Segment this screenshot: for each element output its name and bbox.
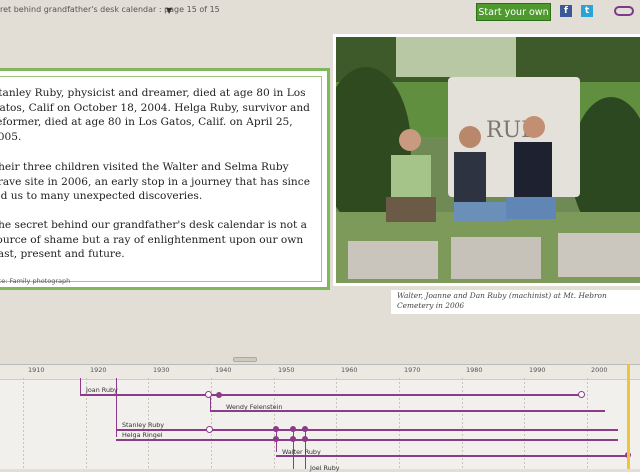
photo-frame: RUB [333,34,640,286]
timeline-drag-handle[interactable] [233,357,257,362]
current-year-marker [627,364,630,469]
lifeline-stanley-ruby[interactable] [116,429,618,431]
story-card-inner: Stanley Ruby, physicist and dreamer, die… [0,76,322,285]
life-event-marker[interactable] [273,436,279,442]
year-label: 1920 [90,366,107,374]
person-name-stanley-ruby[interactable]: Stanley Ruby [122,421,164,429]
photo-source: urce: Family photograph [0,277,71,285]
year-label: 1940 [215,366,232,374]
life-event-marker[interactable] [206,426,213,433]
lifeline-wendy-felenstein[interactable] [210,410,605,412]
year-label: 1950 [278,366,295,374]
year-label: 1980 [466,366,483,374]
search-icon[interactable] [614,6,634,16]
top-bar: ret behind grandfather's desk calendar :… [0,0,640,24]
twitter-icon[interactable]: t [581,5,593,17]
lifeline-walter-ruby[interactable] [276,455,628,457]
start-your-own-button[interactable]: Start your own [476,3,551,21]
life-event-marker[interactable] [302,436,308,442]
lifeline-joan-ruby[interactable] [80,394,582,396]
grid-line [274,378,275,469]
breadcrumb[interactable]: ret behind grandfather's desk calendar :… [0,5,220,14]
year-label: 1970 [404,366,421,374]
life-event-marker[interactable] [273,426,279,432]
chevron-down-icon[interactable]: ▼ [166,6,172,15]
life-event-marker[interactable] [290,426,296,432]
life-event-marker[interactable] [205,391,212,398]
grid-line [23,378,24,469]
story-paragraph-2: Their three children visited the Walter … [0,161,310,202]
story-card: Stanley Ruby, physicist and dreamer, die… [0,68,330,290]
year-label: 1960 [341,366,358,374]
person-name-joel-ruby[interactable]: Joel Ruby [310,464,340,472]
life-event-marker[interactable] [290,436,296,442]
year-label: 2000 [591,366,608,374]
life-event-marker[interactable] [216,392,222,398]
year-label: 1990 [529,366,546,374]
family-connector [80,378,81,395]
photo-illustration: RUB [336,37,640,283]
year-label: 1910 [28,366,45,374]
story-paragraph-3: The secret behind our grandfather's desk… [0,219,307,260]
person-name-joan-ruby[interactable]: Joan Ruby [86,386,118,394]
life-event-marker[interactable] [578,391,585,398]
story-paragraph-1: Stanley Ruby, physicist and dreamer, die… [0,87,310,143]
lifeline-helga-ringel[interactable] [116,439,618,441]
family-photo[interactable]: RUB [336,37,640,283]
photo-caption: Walter, Joanne and Dan Ruby (machinist) … [391,290,640,314]
year-label: 1930 [153,366,170,374]
life-event-marker[interactable] [302,426,308,432]
facebook-icon[interactable]: f [560,5,572,17]
person-name-helga-ringel[interactable]: Helga Ringel [122,431,163,439]
